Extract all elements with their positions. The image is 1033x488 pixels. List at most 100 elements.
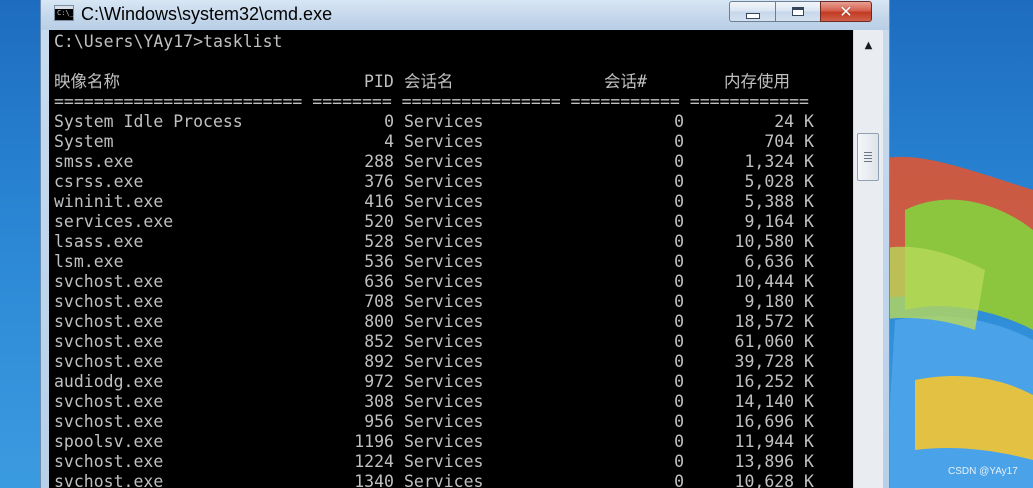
table-row: csrss.exe 376 Services 0 5,028 K: [54, 172, 853, 192]
session-number: 0: [674, 132, 684, 151]
table-row: svchost.exe 892 Services 0 39,728 K: [54, 352, 853, 372]
header-memory-usage: 内存使用: [724, 72, 790, 91]
scroll-up-button[interactable]: ▲: [854, 30, 883, 60]
session-name: Services: [404, 292, 484, 311]
memory-usage: 16,252 K: [734, 372, 814, 391]
table-row: System Idle Process 0 Services 0 24 K: [54, 112, 853, 132]
process-name: lsm.exe: [54, 252, 124, 271]
session-name: Services: [404, 132, 484, 151]
session-name: Services: [404, 152, 484, 171]
process-pid: 416: [364, 192, 394, 211]
maximize-icon: [792, 7, 804, 16]
session-name: Services: [404, 232, 484, 251]
session-name: Services: [404, 212, 484, 231]
table-row: svchost.exe 852 Services 0 61,060 K: [54, 332, 853, 352]
session-number: 0: [674, 212, 684, 231]
memory-usage: 1,324 K: [744, 152, 814, 171]
session-number: 0: [674, 432, 684, 451]
minimize-button[interactable]: [729, 1, 776, 22]
process-pid: 536: [364, 252, 394, 271]
close-button[interactable]: ✕: [820, 1, 872, 22]
session-name: Services: [404, 312, 484, 331]
session-name: Services: [404, 452, 484, 471]
session-name: Services: [404, 272, 484, 291]
process-name: lsass.exe: [54, 232, 144, 251]
cmd-window[interactable]: C:\_ C:\Windows\system32\cmd.exe ✕ C:\Us…: [40, 0, 890, 488]
scroll-thumb[interactable]: [857, 133, 879, 181]
process-pid: 892: [364, 352, 394, 371]
process-name: svchost.exe: [54, 392, 164, 411]
memory-usage: 16,696 K: [734, 412, 814, 431]
console-app-icon[interactable]: C:\_: [54, 5, 74, 21]
table-row: lsm.exe 536 Services 0 6,636 K: [54, 252, 853, 272]
process-pid: 1224: [354, 452, 394, 471]
process-name: smss.exe: [54, 152, 134, 171]
session-number: 0: [674, 112, 684, 131]
session-name: Services: [404, 352, 484, 371]
table-row: System 4 Services 0 704 K: [54, 132, 853, 152]
table-row: spoolsv.exe 1196 Services 0 11,944 K: [54, 432, 853, 452]
memory-usage: 9,164 K: [744, 212, 814, 231]
process-name: System Idle Process: [54, 112, 243, 131]
process-pid: 288: [364, 152, 394, 171]
table-row: services.exe 520 Services 0 9,164 K: [54, 212, 853, 232]
maximize-button[interactable]: [775, 1, 821, 22]
process-name: svchost.exe: [54, 352, 164, 371]
process-name: services.exe: [54, 212, 174, 231]
session-name: Services: [404, 192, 484, 211]
session-number: 0: [674, 172, 684, 191]
header-pid: PID: [364, 72, 394, 91]
session-number: 0: [674, 452, 684, 471]
title-bar[interactable]: C:\_ C:\Windows\system32\cmd.exe ✕: [41, 0, 889, 30]
memory-usage: 10,444 K: [734, 272, 814, 291]
table-row: svchost.exe 800 Services 0 18,572 K: [54, 312, 853, 332]
memory-usage: 24 K: [774, 112, 814, 131]
grip-line: [864, 155, 872, 156]
session-number: 0: [674, 352, 684, 371]
memory-usage: 6,636 K: [744, 252, 814, 271]
session-name: Services: [404, 432, 484, 451]
table-row: lsass.exe 528 Services 0 10,580 K: [54, 232, 853, 252]
memory-usage: 10,628 K: [734, 472, 814, 488]
process-pid: 1196: [354, 432, 394, 451]
process-name: svchost.exe: [54, 292, 164, 311]
table-row: svchost.exe 956 Services 0 16,696 K: [54, 412, 853, 432]
process-name: audiodg.exe: [54, 372, 164, 391]
process-name: wininit.exe: [54, 192, 164, 211]
session-number: 0: [674, 292, 684, 311]
memory-usage: 14,140 K: [734, 392, 814, 411]
memory-usage: 10,580 K: [734, 232, 814, 251]
process-pid: 956: [364, 412, 394, 431]
session-name: Services: [404, 332, 484, 351]
header-image-name: 映像名称: [54, 72, 120, 91]
process-pid: 1340: [354, 472, 394, 488]
process-pid: 972: [364, 372, 394, 391]
vertical-scrollbar[interactable]: ▲: [853, 30, 883, 488]
process-pid: 376: [364, 172, 394, 191]
table-row: svchost.exe 308 Services 0 14,140 K: [54, 392, 853, 412]
session-number: 0: [674, 412, 684, 431]
minimize-icon: [745, 12, 760, 19]
memory-usage: 5,388 K: [744, 192, 814, 211]
process-pid: 308: [364, 392, 394, 411]
process-pid: 520: [364, 212, 394, 231]
process-name: csrss.exe: [54, 172, 144, 191]
grip-line: [864, 152, 872, 153]
process-name: svchost.exe: [54, 272, 164, 291]
table-row: svchost.exe 708 Services 0 9,180 K: [54, 292, 853, 312]
process-name: svchost.exe: [54, 312, 164, 331]
table-row: smss.exe 288 Services 0 1,324 K: [54, 152, 853, 172]
session-name: Services: [404, 392, 484, 411]
session-number: 0: [674, 472, 684, 488]
header-session-name: 会话名: [404, 72, 454, 91]
grip-line: [864, 158, 872, 159]
process-name: svchost.exe: [54, 332, 164, 351]
session-number: 0: [674, 392, 684, 411]
memory-usage: 704 K: [764, 132, 814, 151]
session-name: Services: [404, 252, 484, 271]
grip-line: [864, 161, 872, 162]
process-pid: 0: [384, 112, 394, 131]
console-output[interactable]: C:\Users\YAy17>tasklist 映像名称 PID 会话名 会话#…: [49, 30, 853, 488]
header-row: 映像名称 PID 会话名 会话# 内存使用: [54, 72, 853, 92]
process-pid: 852: [364, 332, 394, 351]
